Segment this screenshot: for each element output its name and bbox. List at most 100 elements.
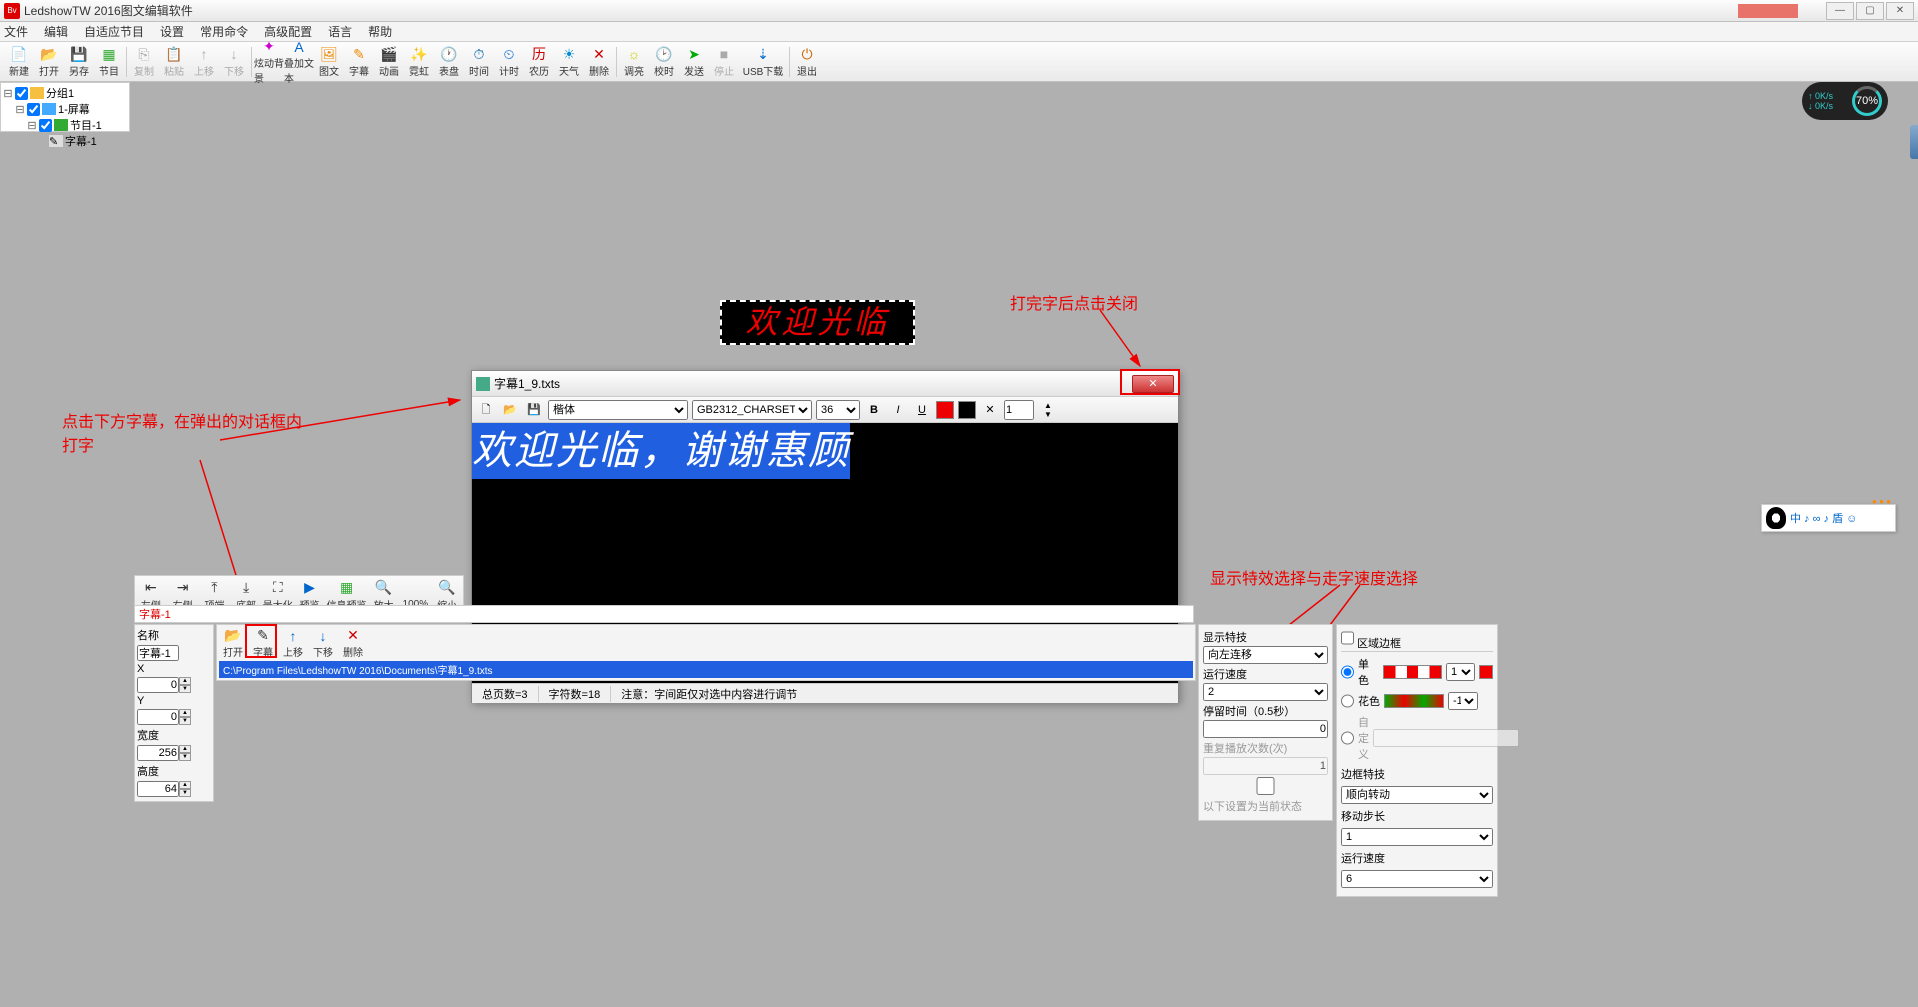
flower-pattern[interactable] xyxy=(1384,694,1444,708)
program-button[interactable]: ▦节目 xyxy=(94,43,124,81)
maximize-button[interactable]: ▢ xyxy=(1856,2,1884,20)
menu-edit[interactable]: 编辑 xyxy=(44,23,68,40)
close-button[interactable]: ✕ xyxy=(1886,2,1914,20)
delete-button[interactable]: ✕删除 xyxy=(584,43,614,81)
border-step-select[interactable]: 1 xyxy=(1341,828,1493,846)
open-button[interactable]: 📂打开 xyxy=(34,43,64,81)
stop-button[interactable]: ■停止 xyxy=(709,43,739,81)
brightness-button[interactable]: ☼调亮 xyxy=(619,43,649,81)
tree-screen[interactable]: ⊟1-屏幕 xyxy=(3,101,127,117)
menu-setting[interactable]: 设置 xyxy=(160,23,184,40)
right-edge-handle[interactable] xyxy=(1910,125,1918,159)
single-select[interactable]: 1 xyxy=(1446,663,1475,681)
exit-button[interactable]: ⏻退出 xyxy=(792,43,822,81)
mid-subtitle-button[interactable]: ✎字幕 xyxy=(249,628,277,658)
save-button[interactable]: 💾另存 xyxy=(64,43,94,81)
underline-button[interactable]: U xyxy=(912,400,932,420)
forecolor-swatch[interactable] xyxy=(936,401,954,419)
tree-program[interactable]: ⊟节目-1 xyxy=(3,117,127,133)
height-input[interactable] xyxy=(137,781,179,797)
led-preview: 欢迎光临 xyxy=(720,300,915,345)
dialog-close-button[interactable]: ✕ xyxy=(1132,375,1174,393)
moveup-button[interactable]: ↑上移 xyxy=(189,43,219,81)
mid-delete-button[interactable]: ✕删除 xyxy=(339,628,367,658)
tree-subtitle[interactable]: ✎字幕-1 xyxy=(3,133,127,149)
bold-button[interactable]: B xyxy=(864,400,884,420)
y-input[interactable] xyxy=(137,709,179,725)
paste-button[interactable]: 📋粘贴 xyxy=(159,43,189,81)
copy-button[interactable]: ⎘复制 xyxy=(129,43,159,81)
spacing-input[interactable] xyxy=(1004,400,1034,420)
editor-selected-text[interactable]: 欢迎光临，谢谢惠顾 xyxy=(472,423,850,479)
dlg-save-icon[interactable]: 💾 xyxy=(524,400,544,420)
menu-lang[interactable]: 语言 xyxy=(328,23,352,40)
adjtime-button[interactable]: 🕑校时 xyxy=(649,43,679,81)
dlg-new-icon[interactable]: 🗋 xyxy=(476,400,496,420)
charset-select[interactable]: GB2312_CHARSET xyxy=(692,400,812,420)
fontsize-select[interactable]: 36 xyxy=(816,400,860,420)
effect-select[interactable]: 向左连移 xyxy=(1203,646,1328,664)
time-button[interactable]: ⏱时间 xyxy=(464,43,494,81)
file-list-item[interactable]: C:\Program Files\LedshowTW 2016\Document… xyxy=(219,661,1193,678)
x-label: X xyxy=(137,663,165,675)
backcolor-swatch[interactable] xyxy=(958,401,976,419)
mid-open-button[interactable]: 📂打开 xyxy=(219,628,247,658)
defaults-checkbox[interactable] xyxy=(1203,777,1328,795)
movedown-button[interactable]: ↓下移 xyxy=(219,43,249,81)
dialog-toolbar: 🗋 📂 💾 楷体 GB2312_CHARSET 36 B I U ✕ ▲▼ xyxy=(472,397,1178,423)
imgtext-button[interactable]: 🖼图文 xyxy=(314,43,344,81)
x-input[interactable] xyxy=(137,677,179,693)
speed-select[interactable]: 2 xyxy=(1203,683,1328,701)
single-pattern[interactable] xyxy=(1383,665,1442,679)
border-effect-select[interactable]: 顺向转动 xyxy=(1341,786,1493,804)
network-widget[interactable]: ↑ 0K/s ↓ 0K/s 70% xyxy=(1802,82,1888,120)
dlg-open-icon[interactable]: 📂 xyxy=(500,400,520,420)
weather-button[interactable]: ☀天气 xyxy=(554,43,584,81)
border-title: 区域边框 xyxy=(1357,638,1401,650)
flower-select[interactable]: -1 xyxy=(1448,692,1478,710)
width-input[interactable] xyxy=(137,745,179,761)
spin-up-icon[interactable]: ▲▼ xyxy=(1038,400,1058,420)
dial-button[interactable]: 🕐表盘 xyxy=(434,43,464,81)
lunar-button[interactable]: 历农历 xyxy=(524,43,554,81)
mid-down-button[interactable]: ↓下移 xyxy=(309,628,337,658)
usb-button[interactable]: ⇣USB下载 xyxy=(739,43,787,81)
tree-group[interactable]: ⊟分组1 xyxy=(3,85,127,101)
minimize-button[interactable]: — xyxy=(1826,2,1854,20)
menu-file[interactable]: 文件 xyxy=(4,23,28,40)
flower-radio[interactable] xyxy=(1341,692,1354,710)
dialog-titlebar[interactable]: 字幕1_9.txts ✕ xyxy=(472,371,1178,397)
italic-button[interactable]: I xyxy=(888,400,908,420)
font-select[interactable]: 楷体 xyxy=(548,400,688,420)
annotation-effects: 显示特效选择与走字速度选择 xyxy=(1210,565,1418,589)
name-input[interactable] xyxy=(137,645,179,661)
subtitle-tab[interactable]: 字幕-1 xyxy=(134,605,1194,623)
menu-auto[interactable]: 自适应节目 xyxy=(84,23,144,40)
stay-label: 停留时间（0.5秒） xyxy=(1203,703,1328,719)
subtitle-button[interactable]: ✎字幕 xyxy=(344,43,374,81)
border-color-swatch[interactable] xyxy=(1479,665,1493,679)
stay-input[interactable] xyxy=(1203,720,1328,738)
program-tree[interactable]: ⊟分组1 ⊟1-屏幕 ⊟节目-1 ✎字幕-1 xyxy=(0,82,130,132)
repeat-input xyxy=(1203,757,1328,775)
border-speed-select[interactable]: 6 xyxy=(1341,870,1493,888)
border-checkbox[interactable] xyxy=(1341,629,1354,647)
single-radio[interactable] xyxy=(1341,663,1354,681)
neon-button[interactable]: ✨霓虹 xyxy=(404,43,434,81)
defaults-label: 以下设置为当前状态 xyxy=(1203,801,1302,813)
menu-help[interactable]: 帮助 xyxy=(368,23,392,40)
qq-widget[interactable]: ● ● ● 中 ♪ ∞ ♪ 盾 ☺ xyxy=(1761,504,1896,532)
status-chars: 字符数=18 xyxy=(539,686,612,702)
overlay-button[interactable]: A叠加文本 xyxy=(284,43,314,81)
custom-radio[interactable] xyxy=(1341,729,1354,747)
anim-button[interactable]: 🎬动画 xyxy=(374,43,404,81)
spacing-icon[interactable]: ✕ xyxy=(980,400,1000,420)
new-button[interactable]: 📄新建 xyxy=(4,43,34,81)
y-label: Y xyxy=(137,695,165,707)
dynbg-button[interactable]: ✦炫动背景 xyxy=(254,43,284,81)
menu-common[interactable]: 常用命令 xyxy=(200,23,248,40)
dialog-icon xyxy=(476,377,490,391)
send-button[interactable]: ➤发送 xyxy=(679,43,709,81)
mid-up-button[interactable]: ↑上移 xyxy=(279,628,307,658)
timer-button[interactable]: ⏲计时 xyxy=(494,43,524,81)
